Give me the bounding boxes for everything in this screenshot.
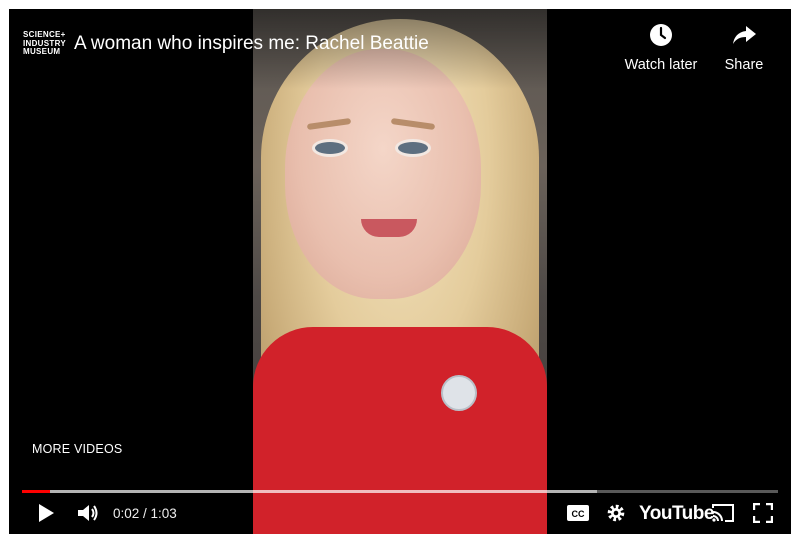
share-button[interactable]: Share [699,23,789,73]
settings-button[interactable] [603,497,629,533]
cast-button[interactable] [709,497,737,533]
progress-bar[interactable] [22,490,778,493]
video-subject-eye [398,142,428,154]
svg-text:CC: CC [572,509,585,519]
play-icon [37,503,55,528]
captions-icon: CC [567,504,589,526]
video-title[interactable]: A woman who inspires me: Rachel Beattie [74,33,429,55]
volume-button[interactable] [73,497,103,533]
captions-button[interactable]: CC [565,497,591,533]
clock-icon [649,24,673,51]
cast-icon [711,503,735,528]
watch-later-button[interactable]: Watch later [616,23,706,73]
channel-logo[interactable]: SCIENCE+ INDUSTRY MUSEUM [23,30,66,57]
video-subject-badge [441,375,477,411]
progress-loaded [22,490,597,493]
top-bar: SCIENCE+ INDUSTRY MUSEUM A woman who ins… [9,9,791,89]
watch-later-label: Watch later [624,57,698,73]
more-videos-button[interactable]: MORE VIDEOS [32,442,122,456]
control-bar: 0:02 / 1:03 CC YouTube [9,497,791,533]
volume-icon [76,502,100,529]
video-player[interactable]: SCIENCE+ INDUSTRY MUSEUM A woman who ins… [9,9,791,534]
video-subject-eye [315,142,345,154]
play-button[interactable] [31,497,61,533]
logo-line: MUSEUM [23,47,61,56]
share-arrow-icon [731,26,757,51]
time-display: 0:02 / 1:03 [113,506,177,521]
fullscreen-icon [752,502,774,528]
share-label: Share [724,57,764,73]
fullscreen-button[interactable] [749,497,777,533]
progress-played [22,490,50,493]
youtube-logo[interactable]: YouTube [639,503,714,525]
gear-icon [606,503,626,528]
